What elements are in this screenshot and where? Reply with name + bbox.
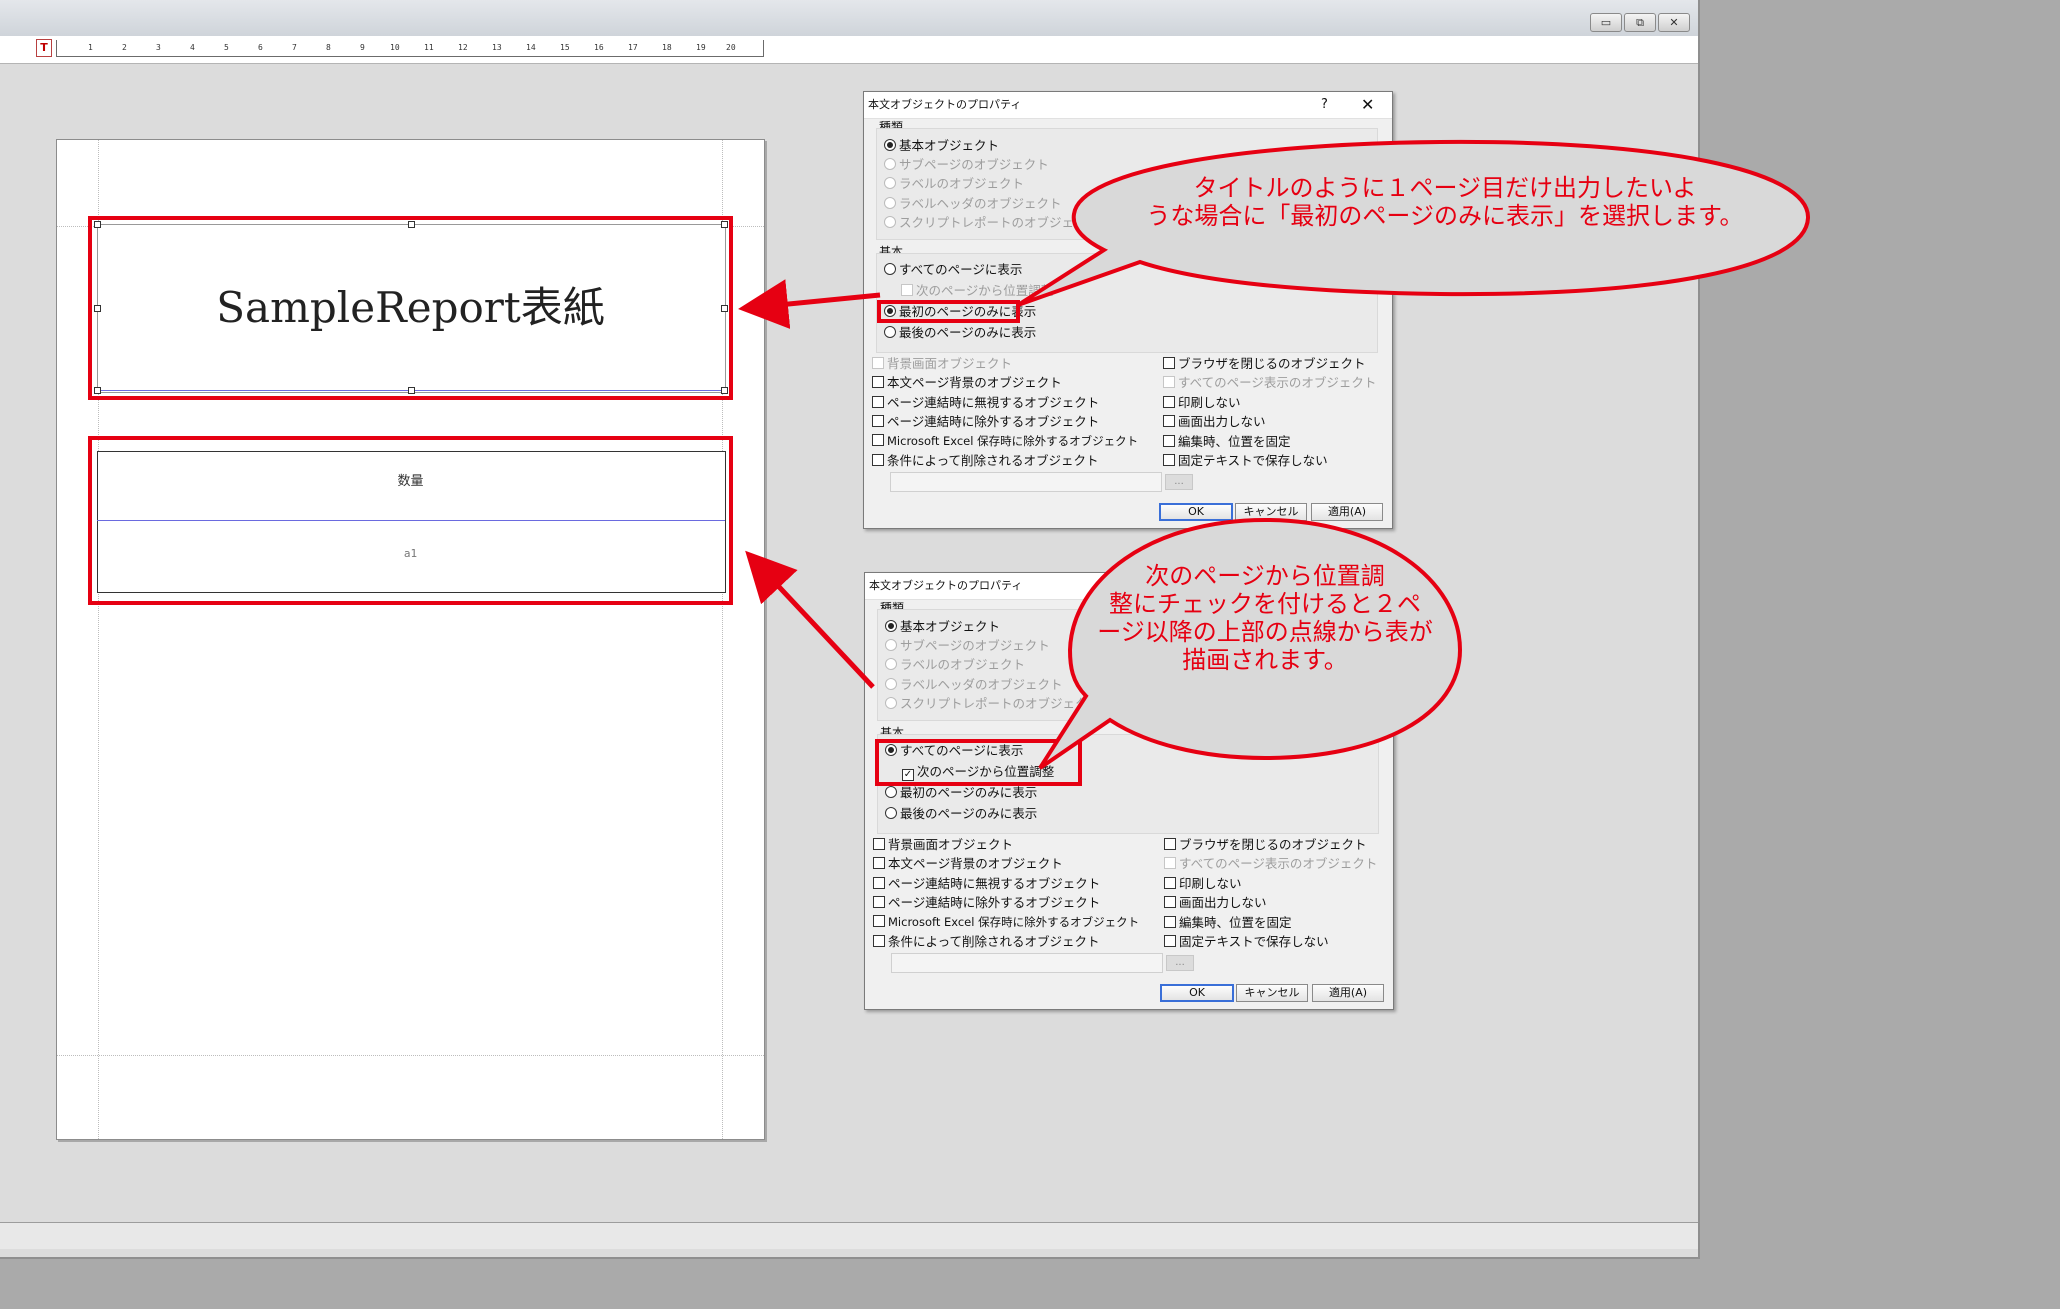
callout-line: 整にチェックを付けると２ペ xyxy=(1109,590,1421,618)
callout-line: 次のページから位置調 xyxy=(1145,562,1385,590)
callout-text-first: タイトルのように１ページ目だけ出力したいよ うな場合に「最初のページのみに表示」… xyxy=(1090,174,1800,230)
callout-line: ージ以降の上部の点線から表が xyxy=(1097,618,1433,646)
arrow-to-table xyxy=(745,550,875,689)
callout-line: タイトルのように１ページ目だけ出力したいよ xyxy=(1193,174,1697,202)
callout-line: うな場合に「最初のページのみに表示」を選択します。 xyxy=(1146,202,1744,230)
arrow-to-title xyxy=(738,279,881,329)
callout-text-adjust: 次のページから位置調 整にチェックを付けると２ペ ージ以降の上部の点線から表が … xyxy=(1068,562,1462,674)
callout-line: 描画されます。 xyxy=(1182,646,1348,674)
